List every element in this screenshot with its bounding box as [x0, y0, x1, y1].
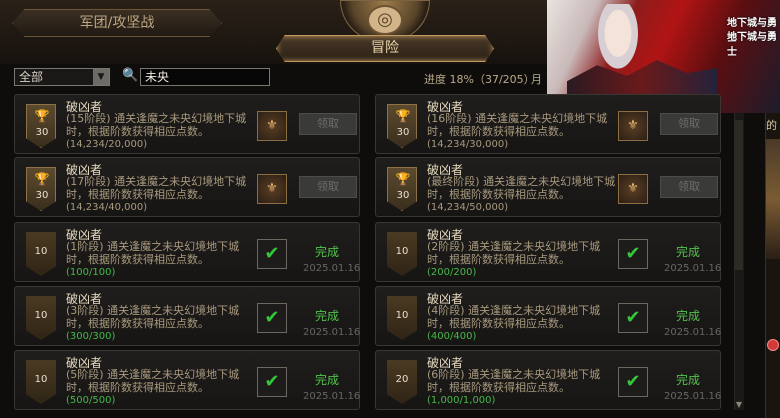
achievement-progress: (400/400): [427, 331, 477, 342]
tab-guild-siege[interactable]: 军团/攻坚战: [12, 9, 222, 37]
achievement-progress: (500/500): [66, 395, 116, 406]
badge-points: 10: [34, 246, 48, 257]
badge-points: 20: [395, 374, 409, 385]
checkmark-icon: ✔: [257, 239, 287, 269]
completion-date: 2025.01.16: [303, 327, 361, 338]
completion-date: 2025.01.16: [664, 327, 722, 338]
achievement-card: 20 破凶者 (6阶段) 通关逢魔之未央幻境地下城时，根据阶数获得相应点数。 (1,0…: [375, 350, 721, 410]
progress-label: 进度: [424, 73, 446, 86]
checkmark-icon: ✔: [257, 303, 287, 333]
achievement-description: (4阶段) 通关逢魔之未央幻境地下城时，根据阶数获得相应点数。: [427, 304, 601, 330]
trophy-badge-icon: 10: [26, 360, 56, 404]
badge-points: 30: [396, 190, 410, 201]
trophy-badge-icon: 🏆 30: [387, 167, 417, 211]
badge-points: 10: [34, 310, 48, 321]
checkmark-icon: ✔: [618, 367, 648, 397]
tab-adventure[interactable]: 冒险: [276, 35, 494, 62]
achievement-card: 10 破凶者 (4阶段) 通关逢魔之未央幻境地下城时，根据阶数获得相应点数。 (400…: [375, 286, 721, 346]
achievement-card: 🏆 30 破凶者 (16阶段) 通关逢魔之未央幻境地下城时，根据阶数获得相应点数。 (1…: [375, 94, 721, 154]
checkmark-icon: ✔: [257, 367, 287, 397]
trophy-badge-icon: 10: [387, 232, 417, 276]
category-dropdown[interactable]: 全部 ▼: [14, 68, 110, 86]
achievement-description: (3阶段) 通关逢魔之未央幻境地下城时，根据阶数获得相应点数。: [66, 304, 240, 330]
claim-button[interactable]: 领取: [660, 113, 718, 135]
progress-extra: 月: [531, 73, 542, 86]
badge-points: 30: [35, 190, 49, 201]
right-side-panel: 的: [765, 113, 780, 418]
badge-points: 30: [396, 127, 410, 138]
achievement-card: 10 破凶者 (1阶段) 通关逢魔之未央幻境地下城时，根据阶数获得相应点数。 (100…: [14, 222, 360, 282]
badge-points: 10: [34, 374, 48, 385]
completion-status: 完成: [676, 245, 701, 259]
reward-emblem-icon: ⚜: [618, 174, 648, 204]
completion-status: 完成: [315, 245, 340, 259]
badge-points: 30: [35, 127, 49, 138]
achievement-description: (16阶段) 通关逢魔之未央幻境地下城时，根据阶数获得相应点数。: [427, 112, 608, 138]
achievement-progress: (100/100): [66, 267, 116, 278]
achievement-card: 10 破凶者 (3阶段) 通关逢魔之未央幻境地下城时，根据阶数获得相应点数。 (300…: [14, 286, 360, 346]
reward-emblem-icon: ⚜: [257, 174, 287, 204]
achievement-description: (6阶段) 通关逢魔之未央幻境地下城时，根据阶数获得相应点数。: [427, 368, 601, 394]
trophy-icon: 🏆: [395, 172, 411, 186]
achievement-description: (2阶段) 通关逢魔之未央幻境地下城时，根据阶数获得相应点数。: [427, 240, 601, 266]
achievement-card: 🏆 30 破凶者 (17阶段) 通关逢魔之未央幻境地下城时，根据阶数获得相应点数。 (1…: [14, 157, 360, 217]
achievement-progress: (14,234/40,000): [66, 202, 148, 213]
completion-date: 2025.01.16: [664, 391, 722, 402]
achievement-progress: (14,234/50,000): [427, 202, 509, 213]
completion-status: 完成: [676, 373, 701, 387]
search-icon: 🔍: [122, 68, 139, 83]
trophy-icon: 🏆: [34, 172, 50, 186]
progress-value: 18%（37/205）: [449, 73, 535, 86]
trophy-badge-icon: 🏆 30: [26, 104, 56, 148]
completion-date: 2025.01.16: [303, 391, 361, 402]
ad-logo-bottom: 地下城与勇士: [727, 32, 777, 58]
achievement-card: 🏆 30 破凶者 (15阶段) 通关逢魔之未央幻境地下城时，根据阶数获得相应点数。 (1…: [14, 94, 360, 154]
achievement-card: 10 破凶者 (5阶段) 通关逢魔之未央幻境地下城时，根据阶数获得相应点数。 (500…: [14, 350, 360, 410]
right-side-image: [766, 139, 780, 259]
claim-button[interactable]: 领取: [299, 176, 357, 198]
trophy-badge-icon: 🏆 30: [26, 167, 56, 211]
overall-progress: 进度 18%（37/205）: [424, 71, 535, 87]
completion-date: 2025.01.16: [664, 263, 722, 274]
reward-emblem-icon: ⚜: [257, 111, 287, 141]
claim-button[interactable]: 领取: [299, 113, 357, 135]
trophy-icon: 🏆: [34, 109, 50, 123]
achievement-progress: (14,234/20,000): [66, 139, 148, 150]
trophy-badge-icon: 🏆 30: [387, 104, 417, 148]
right-side-text: 的: [766, 119, 777, 132]
reward-emblem-icon: ⚜: [618, 111, 648, 141]
badge-points: 10: [395, 310, 409, 321]
search-input[interactable]: 未央: [140, 68, 270, 86]
checkmark-icon: ✔: [618, 303, 648, 333]
completion-status: 完成: [315, 309, 340, 323]
achievement-description: (最终阶段) 通关逢魔之未央幻境地下城时，根据阶数获得相应点数。: [427, 175, 616, 201]
completion-status: 完成: [676, 309, 701, 323]
achievement-description: (17阶段) 通关逢魔之未央幻境地下城时，根据阶数获得相应点数。: [66, 175, 247, 201]
achievement-progress: (200/200): [427, 267, 477, 278]
completion-date: 2025.01.16: [303, 263, 361, 274]
scrollbar-thumb[interactable]: [735, 120, 743, 270]
compass-core-icon: ◎: [367, 5, 403, 35]
achievement-card: 10 破凶者 (2阶段) 通关逢魔之未央幻境地下城时，根据阶数获得相应点数。 (200…: [375, 222, 721, 282]
trophy-badge-icon: 20: [387, 360, 417, 404]
trophy-badge-icon: 10: [26, 296, 56, 340]
notification-dot-icon[interactable]: [767, 339, 779, 351]
achievement-progress: (14,234/30,000): [427, 139, 509, 150]
achievement-progress: (300/300): [66, 331, 116, 342]
completion-status: 完成: [315, 373, 340, 387]
chevron-down-icon[interactable]: ▼: [93, 69, 109, 85]
category-dropdown-value: 全部: [19, 70, 44, 84]
badge-points: 10: [395, 246, 409, 257]
scroll-down-icon[interactable]: ▼: [734, 400, 744, 410]
achievement-description: (15阶段) 通关逢魔之未央幻境地下城时，根据阶数获得相应点数。: [66, 112, 247, 138]
achievement-description: (1阶段) 通关逢魔之未央幻境地下城时，根据阶数获得相应点数。: [66, 240, 240, 266]
achievement-progress: (1,000/1,000): [427, 395, 496, 406]
achievement-card: 🏆 30 破凶者 (最终阶段) 通关逢魔之未央幻境地下城时，根据阶数获得相应点数。 (1…: [375, 157, 721, 217]
checkmark-icon: ✔: [618, 239, 648, 269]
trophy-icon: 🏆: [395, 109, 411, 123]
achievement-description: (5阶段) 通关逢魔之未央幻境地下城时，根据阶数获得相应点数。: [66, 368, 240, 394]
claim-button[interactable]: 领取: [660, 176, 718, 198]
trophy-badge-icon: 10: [26, 232, 56, 276]
trophy-badge-icon: 10: [387, 296, 417, 340]
